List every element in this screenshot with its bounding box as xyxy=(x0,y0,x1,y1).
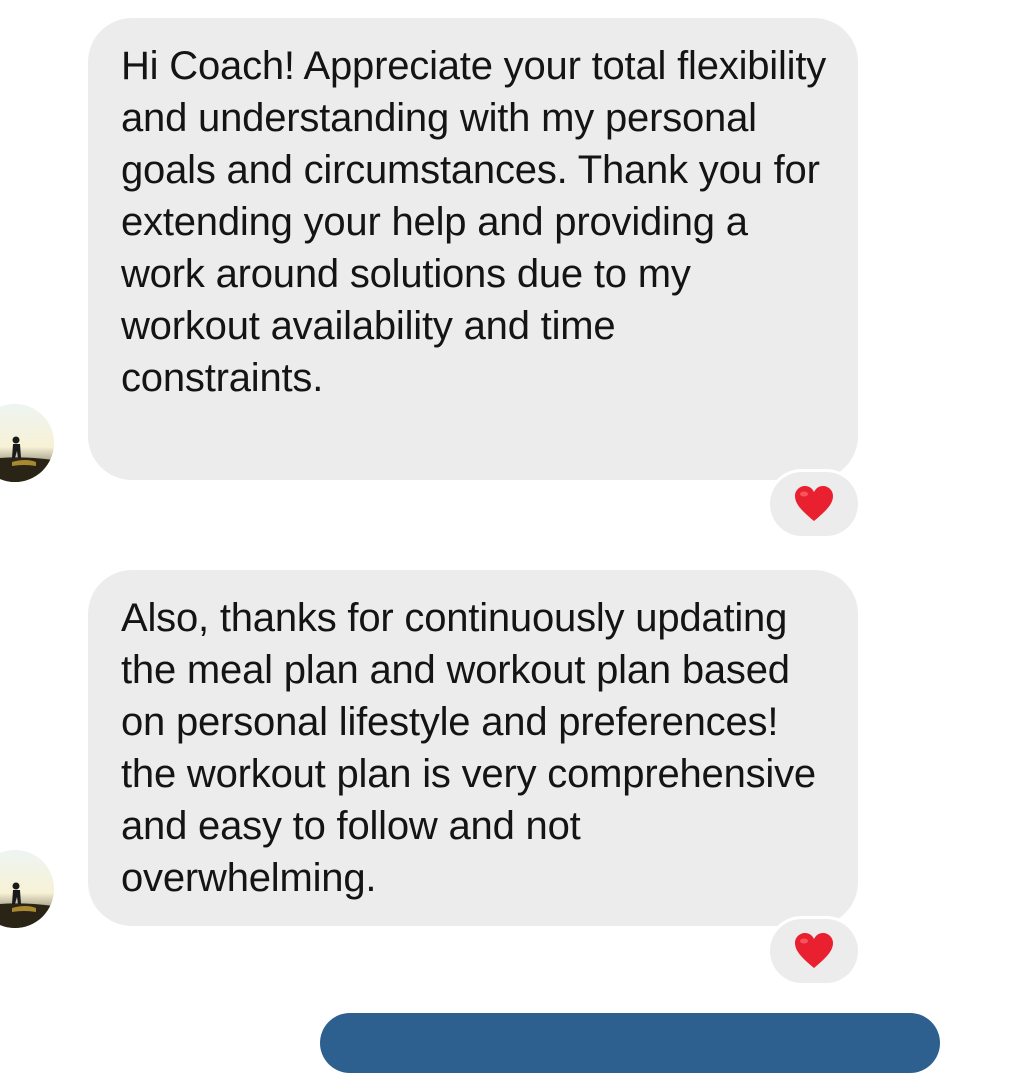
message-bubble[interactable]: Hi Coach! Appreciate your total flexibil… xyxy=(88,18,858,480)
sender-avatar[interactable] xyxy=(0,850,54,928)
outgoing-message-bubble[interactable] xyxy=(320,1013,940,1073)
message-text: Also, thanks for continuously updating t… xyxy=(121,596,816,900)
message-bubble[interactable]: Also, thanks for continuously updating t… xyxy=(88,570,858,926)
reaction-badge[interactable] xyxy=(770,919,858,983)
reaction-badge[interactable] xyxy=(770,472,858,536)
heart-icon xyxy=(795,486,833,521)
heart-icon xyxy=(795,933,833,968)
sender-avatar[interactable] xyxy=(0,404,54,482)
message-text: Hi Coach! Appreciate your total flexibil… xyxy=(121,44,827,400)
